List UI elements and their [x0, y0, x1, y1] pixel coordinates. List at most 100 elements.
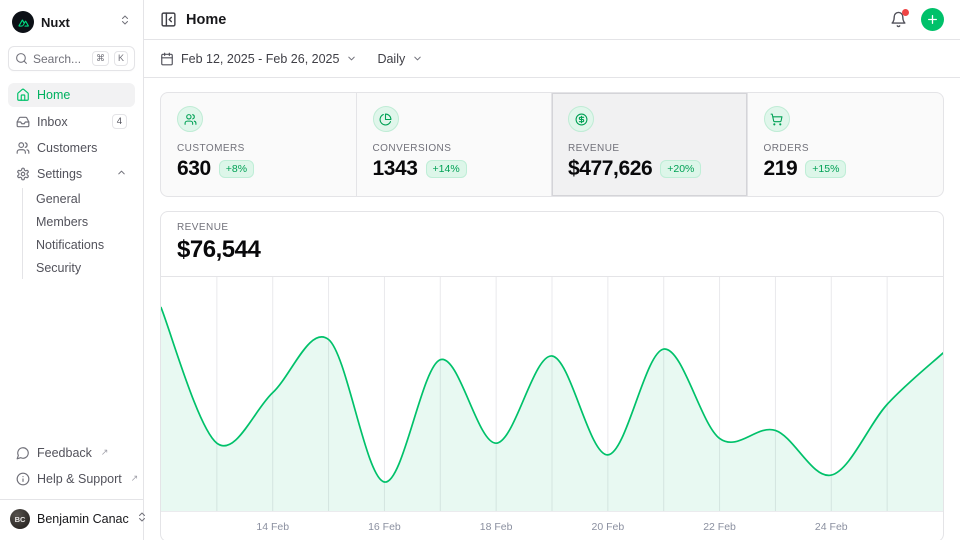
sidebar-item-label: Customers — [37, 141, 127, 155]
stat-card-revenue[interactable]: REVENUE $477,626 +20% — [552, 93, 748, 196]
stat-value: 630 — [177, 157, 211, 181]
revenue-area-chart[interactable] — [161, 277, 943, 511]
stat-delta-badge: +15% — [805, 160, 846, 178]
chart-canvas — [161, 277, 943, 511]
users-icon — [177, 106, 203, 132]
external-link-icon: ↗ — [131, 472, 139, 485]
filters-toolbar: Feb 12, 2025 - Feb 26, 2025 Daily — [144, 40, 960, 78]
chevron-down-icon — [412, 53, 423, 64]
stat-card-orders[interactable]: ORDERS 219 +15% — [748, 93, 944, 196]
page-header: Home — [144, 0, 960, 40]
stat-card-customers[interactable]: CUSTOMERS 630 +8% — [161, 93, 357, 196]
user-menu[interactable]: BC Benjamin Canac — [0, 499, 143, 532]
sidebar-item-settings[interactable]: Settings — [8, 162, 135, 186]
footer-link-label: Help & Support — [37, 472, 122, 486]
sidebar-item-label: Security — [36, 261, 127, 275]
chevrons-up-down-icon — [119, 13, 131, 31]
nuxt-logo-icon — [12, 11, 34, 33]
stat-delta-badge: +20% — [660, 160, 701, 178]
stat-value: $477,626 — [568, 157, 652, 181]
chart-x-axis: 14 Feb 16 Feb 18 Feb 20 Feb 22 Feb 24 Feb — [161, 511, 943, 540]
app-window: Nuxt Search... ⌘ K Home Inbox 4 Cust — [0, 0, 960, 540]
help-support-link[interactable]: Help & Support ↗ — [8, 467, 135, 491]
notifications-button[interactable] — [890, 11, 907, 28]
stat-label: REVENUE — [568, 143, 731, 154]
calendar-icon — [160, 52, 174, 66]
sidebar-item-members[interactable]: Members — [28, 211, 135, 233]
chevron-down-icon — [346, 53, 357, 64]
stat-label: ORDERS — [764, 143, 928, 154]
house-icon — [16, 88, 30, 102]
search-placeholder: Search... — [33, 52, 87, 66]
sidebar-item-label: Settings — [37, 167, 109, 181]
inbox-icon — [16, 115, 30, 129]
granularity-value: Daily — [377, 52, 405, 66]
x-axis-label: 16 Feb — [368, 521, 401, 533]
page-title: Home — [186, 12, 226, 28]
search-icon — [15, 52, 28, 65]
sidebar-item-label: Inbox — [37, 115, 105, 129]
search-input[interactable]: Search... ⌘ K — [8, 46, 135, 71]
gear-icon — [16, 167, 30, 181]
chart-metric-label: REVENUE — [177, 222, 927, 233]
stat-label: CUSTOMERS — [177, 143, 340, 154]
sidebar-footer: Feedback ↗ Help & Support ↗ BC Benjamin … — [8, 441, 135, 532]
message-circle-icon — [16, 446, 30, 460]
date-range-picker[interactable]: Feb 12, 2025 - Feb 26, 2025 — [160, 52, 357, 66]
x-axis-label: 20 Feb — [591, 521, 624, 533]
dashboard-content: CUSTOMERS 630 +8% CONVERSIONS 1343 +14% — [144, 78, 960, 540]
sidebar-item-customers[interactable]: Customers — [8, 136, 135, 160]
sidebar-item-general[interactable]: General — [28, 188, 135, 210]
stats-row: CUSTOMERS 630 +8% CONVERSIONS 1343 +14% — [160, 92, 944, 197]
workspace-name: Nuxt — [41, 15, 112, 30]
footer-link-label: Feedback — [37, 446, 92, 460]
stat-value: 219 — [764, 157, 798, 181]
settings-submenu: General Members Notifications Security — [22, 188, 135, 279]
sidebar-item-label: Home — [37, 88, 127, 102]
panel-left-close-icon — [160, 11, 177, 28]
revenue-chart-panel: REVENUE $76,544 14 Feb 16 Feb 18 Feb 20 Feb… — [160, 211, 944, 540]
main-area: Home Feb 12, 2025 - Feb 26, 2025 Daily — [144, 0, 960, 540]
sidebar-item-label: General — [36, 192, 127, 206]
sidebar-item-notifications[interactable]: Notifications — [28, 234, 135, 256]
chart-header: REVENUE $76,544 — [161, 212, 943, 277]
sidebar: Nuxt Search... ⌘ K Home Inbox 4 Cust — [0, 0, 144, 540]
user-name: Benjamin Canac — [37, 512, 129, 526]
stat-delta-badge: +14% — [426, 160, 467, 178]
plus-icon — [926, 13, 939, 26]
stat-label: CONVERSIONS — [373, 143, 536, 154]
date-range-value: Feb 12, 2025 - Feb 26, 2025 — [181, 52, 339, 66]
sidebar-item-label: Notifications — [36, 238, 127, 252]
feedback-link[interactable]: Feedback ↗ — [8, 441, 135, 465]
info-circle-icon — [16, 472, 30, 486]
sidebar-item-inbox[interactable]: Inbox 4 — [8, 109, 135, 134]
granularity-select[interactable]: Daily — [377, 52, 423, 66]
inbox-count-badge: 4 — [112, 114, 127, 129]
shopping-cart-icon — [764, 106, 790, 132]
kbd-k: K — [114, 51, 128, 66]
sidebar-nav: Home Inbox 4 Customers Settings General — [8, 83, 135, 281]
kbd-cmd: ⌘ — [92, 51, 109, 66]
x-axis-label: 22 Feb — [703, 521, 736, 533]
chevron-up-icon — [116, 167, 127, 181]
stat-delta-badge: +8% — [219, 160, 254, 178]
stat-value: 1343 — [373, 157, 418, 181]
x-axis-label: 24 Feb — [815, 521, 848, 533]
chart-pie-icon — [373, 106, 399, 132]
collapse-sidebar-button[interactable] — [160, 11, 177, 28]
stat-card-conversions[interactable]: CONVERSIONS 1343 +14% — [357, 93, 553, 196]
circle-dollar-sign-icon — [568, 106, 594, 132]
x-axis-label: 18 Feb — [480, 521, 513, 533]
sidebar-item-label: Members — [36, 215, 127, 229]
sidebar-item-security[interactable]: Security — [28, 257, 135, 279]
notification-dot — [902, 9, 909, 16]
workspace-switcher[interactable]: Nuxt — [8, 8, 135, 36]
sidebar-item-home[interactable]: Home — [8, 83, 135, 107]
external-link-icon: ↗ — [101, 446, 109, 459]
chart-metric-value: $76,544 — [177, 236, 927, 264]
x-axis-label: 14 Feb — [256, 521, 289, 533]
users-icon — [16, 141, 30, 155]
header-actions — [890, 8, 944, 31]
avatar: BC — [10, 509, 30, 529]
add-button[interactable] — [921, 8, 944, 31]
